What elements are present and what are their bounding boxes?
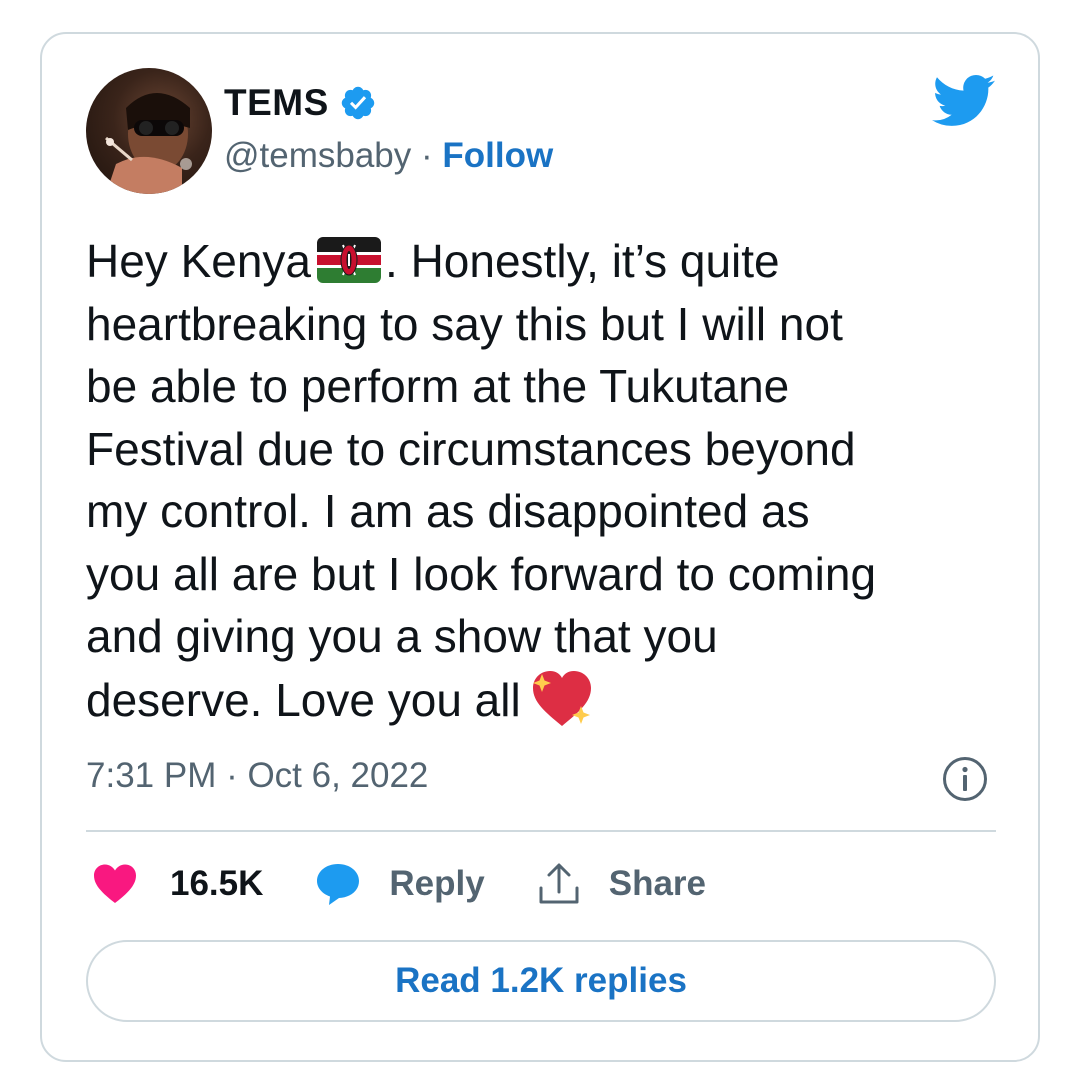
tweet-line: and giving you a show that you (86, 610, 718, 662)
tweet-line: Hey Kenya . Honestly, it’s quite (86, 230, 1006, 293)
tweet-line: my control. I am as disappointed as (86, 485, 810, 537)
tweet-line: heartbreaking to say this but I will not (86, 297, 843, 350)
tweet-text-segment: deserve. Love you all (86, 673, 521, 726)
share-button[interactable]: Share (537, 862, 706, 906)
tweet-card: TEMS @temsbaby · Follow Hey Kenya . Hone… (40, 32, 1040, 1062)
read-replies-button[interactable]: Read 1.2K replies (86, 940, 996, 1022)
sparkling-heart-icon (529, 668, 595, 730)
divider (86, 830, 996, 832)
share-label: Share (608, 864, 706, 903)
reply-label: Reply (389, 864, 485, 903)
avatar[interactable] (86, 68, 212, 194)
kenya-flag-icon (317, 236, 382, 283)
verified-badge-icon (339, 84, 377, 122)
author-handle[interactable]: @temsbaby (224, 136, 411, 175)
action-bar: 16.5K Reply Share (92, 862, 758, 906)
like-count: 16.5K (170, 864, 264, 903)
heart-icon (94, 864, 136, 903)
tweet-line: Festival due to circumstances beyond (86, 422, 856, 475)
reply-button[interactable]: Reply (315, 862, 485, 906)
author-name-row[interactable]: TEMS (224, 82, 377, 124)
reply-bubble-icon (317, 864, 360, 905)
tweet-timestamp[interactable]: 7:31 PM · Oct 6, 2022 (86, 756, 428, 796)
author-handle-line: @temsbaby · Follow (224, 136, 553, 176)
twitter-bird-icon[interactable] (932, 74, 996, 128)
follow-link[interactable]: Follow (442, 136, 553, 175)
tweet-line: deserve. Love you all (86, 668, 1006, 732)
handle-separator: · (411, 136, 443, 175)
tweet-text-segment: Hey Kenya (86, 235, 312, 287)
tweet-text-segment: . Honestly, it’s quite (385, 235, 780, 287)
author-name[interactable]: TEMS (224, 82, 329, 124)
tweet-text: Hey Kenya . Honestly, it’s quite heartbr… (86, 230, 1006, 731)
tweet-line: you all are but I look forward to coming (86, 547, 877, 600)
share-icon (539, 863, 579, 904)
like-button[interactable]: 16.5K (92, 863, 263, 905)
info-icon[interactable] (942, 756, 988, 802)
tweet-line: be able to perform at the Tukutane (86, 360, 790, 412)
